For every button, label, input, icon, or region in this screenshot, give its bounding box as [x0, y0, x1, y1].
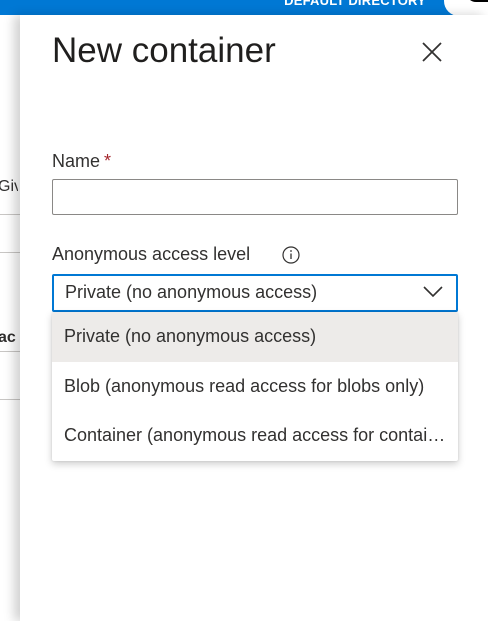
background-divider [0, 214, 20, 215]
avatar[interactable] [444, 0, 488, 15]
info-icon[interactable] [282, 246, 300, 264]
name-label-text: Name [52, 151, 101, 171]
background-divider [0, 252, 20, 253]
option-container[interactable]: Container (anonymous read access for con… [52, 411, 458, 461]
access-level-label: Anonymous access level [52, 244, 251, 264]
option-label: Private (no anonymous access) [64, 326, 317, 346]
access-level-selected-value: Private (no anonymous access) [65, 282, 318, 302]
avatar-image [466, 0, 488, 2]
name-input[interactable] [52, 179, 458, 215]
new-container-panel: New container Name * Anonymous access lev… [20, 15, 488, 621]
panel-title: New container [52, 31, 276, 70]
directory-label[interactable]: DEFAULT DIRECTORY [284, 0, 426, 8]
background-blade: Give ac [0, 15, 20, 621]
option-label: Blob (anonymous read access for blobs on… [64, 376, 425, 396]
close-button[interactable] [418, 38, 446, 66]
background-text-fragment: Give [0, 178, 18, 195]
chevron-down-icon [423, 286, 443, 298]
page: DEFAULT DIRECTORY Give ac New container … [0, 0, 488, 621]
option-private[interactable]: Private (no anonymous access) [52, 312, 458, 362]
access-level-dropdown[interactable]: Private (no anonymous access) [52, 274, 458, 312]
name-field-label: Name * [52, 151, 111, 172]
option-label: Container (anonymous read access for con… [64, 425, 448, 445]
close-icon [422, 42, 442, 62]
background-divider [0, 351, 20, 352]
background-divider [0, 399, 20, 400]
access-level-options-list: Private (no anonymous access) Blob (anon… [52, 312, 458, 461]
required-marker: * [104, 151, 112, 171]
top-navigation-bar: DEFAULT DIRECTORY [0, 0, 488, 15]
option-blob[interactable]: Blob (anonymous read access for blobs on… [52, 362, 458, 412]
background-text-fragment: ac [0, 329, 16, 346]
